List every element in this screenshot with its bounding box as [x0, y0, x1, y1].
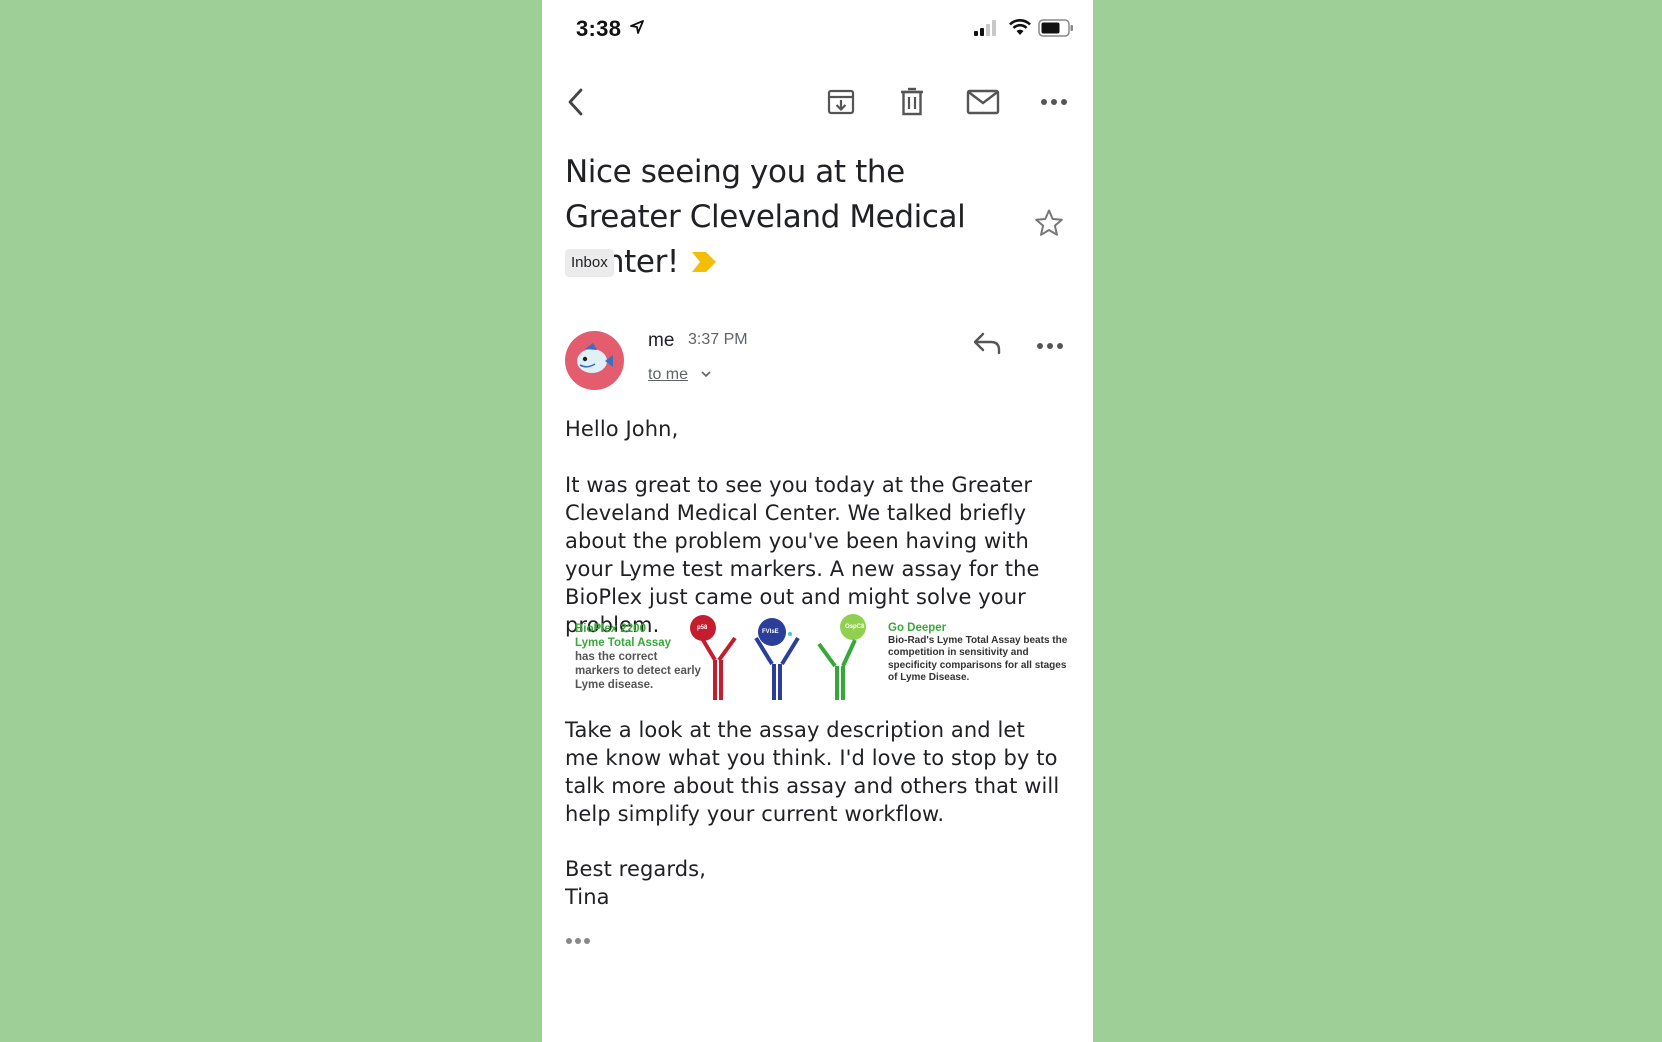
recipient-toggle[interactable]: to me	[648, 366, 688, 384]
body-paragraph-2: Take a look at the assay description and…	[565, 718, 1060, 826]
avatar-fish-icon	[577, 343, 613, 373]
location-arrow-icon	[630, 20, 644, 34]
signature: Tina	[565, 885, 610, 909]
more-horizontal-icon	[566, 938, 590, 944]
battery-icon	[1038, 19, 1073, 37]
archive-button[interactable]	[819, 80, 863, 124]
promo-right-text: Go Deeper Bio-Rad's Lyme Total Assay bea…	[888, 622, 1068, 685]
status-time: 3:38	[576, 16, 622, 41]
delete-button[interactable]	[890, 80, 934, 124]
star-icon	[1035, 209, 1063, 236]
archive-icon	[827, 89, 855, 115]
promo-image: BioPlex 2200 Lyme Total Assay has the co…	[565, 614, 1067, 704]
reply-icon	[973, 332, 1001, 355]
avatar[interactable]	[565, 331, 624, 390]
more-options-button[interactable]	[1032, 80, 1076, 124]
phone-screen: 3:38 Nice seeing you at the Greater Clev…	[542, 0, 1093, 1042]
trash-icon	[901, 87, 923, 116]
show-trimmed-content-button[interactable]	[565, 932, 591, 950]
antibody-red-label: p58	[697, 625, 708, 631]
email-subject: Nice seeing you at the Greater Cleveland…	[565, 150, 1005, 286]
mark-unread-button[interactable]	[961, 80, 1005, 124]
subject-text: Nice seeing you at the Greater Cleveland…	[565, 154, 966, 280]
antibody-blue: FVlsE	[750, 614, 810, 709]
chevron-down-icon[interactable]	[700, 369, 712, 379]
promo-right-title: Go Deeper	[888, 622, 947, 634]
message-more-button[interactable]	[1036, 337, 1064, 355]
more-horizontal-icon	[1037, 343, 1063, 349]
antibody-red: p58	[685, 614, 745, 709]
status-bar: 3:38	[542, 0, 1093, 60]
sent-time: 3:37 PM	[688, 331, 748, 348]
back-button[interactable]	[554, 80, 598, 124]
sender-name: me	[648, 330, 675, 351]
antibody-green: OspC8	[815, 614, 875, 709]
wifi-icon	[1009, 19, 1031, 35]
promo-right-body: Bio-Rad's Lyme Total Assay beats the com…	[888, 634, 1068, 684]
mail-icon	[966, 89, 1000, 115]
star-button[interactable]	[1034, 208, 1064, 243]
reply-button[interactable]	[972, 330, 1002, 361]
chevron-left-icon	[568, 88, 583, 116]
importance-marker-icon[interactable]	[691, 241, 717, 286]
antibody-green-label: OspC8	[845, 624, 865, 630]
greeting: Hello John,	[565, 417, 679, 441]
signal-icon	[974, 20, 996, 36]
inbox-label-chip[interactable]: Inbox	[565, 249, 614, 277]
closing: Best regards,	[565, 857, 706, 881]
antibody-blue-label: FVlsE	[762, 629, 779, 635]
more-horizontal-icon	[1041, 99, 1067, 105]
